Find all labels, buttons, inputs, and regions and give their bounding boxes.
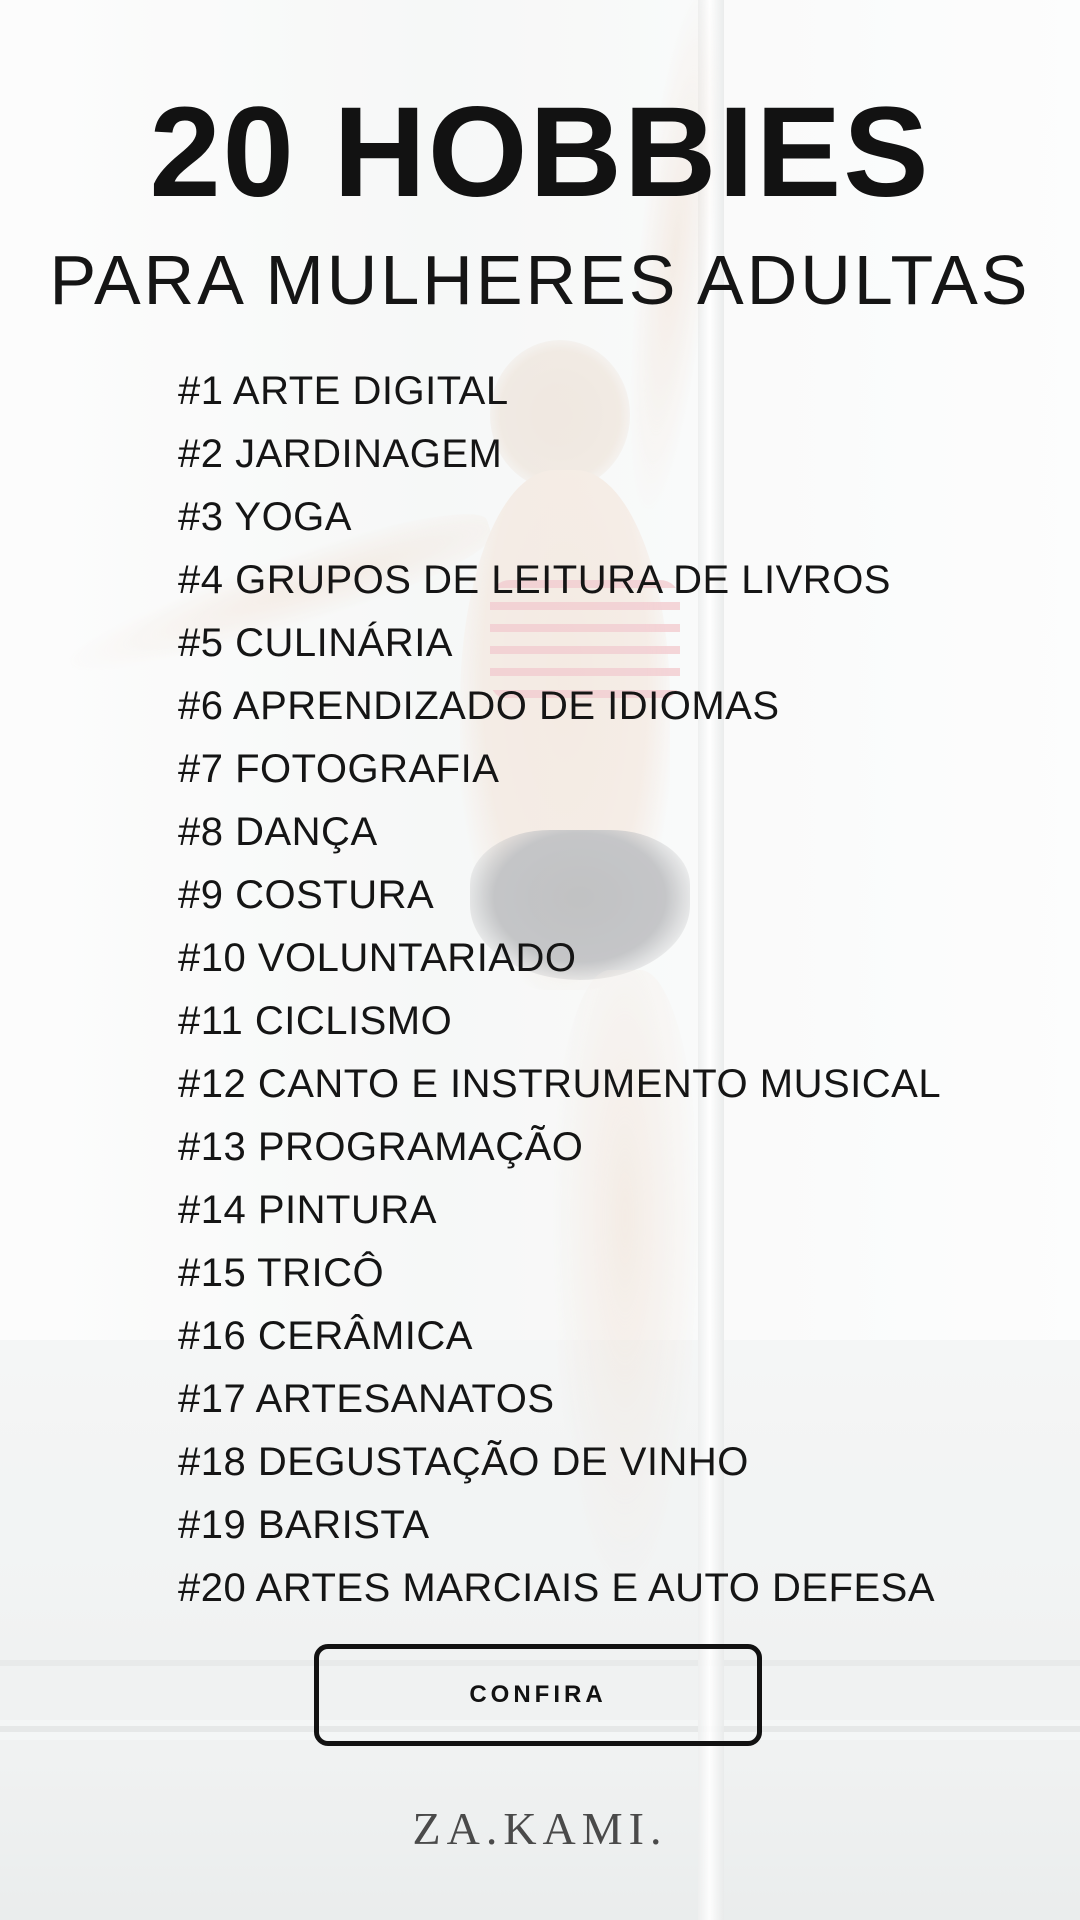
- list-item: #18 DEGUSTAÇÃO DE VINHO: [178, 1440, 749, 1484]
- brand-logo: ZA.KAMI.: [412, 1803, 668, 1854]
- list-item: #16 CERÂMICA: [178, 1314, 473, 1358]
- hobby-list: #1 ARTE DIGITAL #2 JARDINAGEM #3 YOGA #4…: [178, 360, 941, 1620]
- list-item: #15 TRICÔ: [178, 1251, 385, 1295]
- list-item: #12 CANTO E INSTRUMENTO MUSICAL: [178, 1062, 942, 1106]
- list-item: #17 ARTESANATOS: [178, 1377, 555, 1421]
- list-item: #7 FOTOGRAFIA: [178, 747, 500, 791]
- list-item: #13 PROGRAMAÇÃO: [178, 1125, 584, 1169]
- list-item: #2 JARDINAGEM: [178, 432, 503, 476]
- list-item: #5 CULINÁRIA: [178, 621, 453, 665]
- list-item: #6 APRENDIZADO DE IDIOMAS: [178, 684, 780, 728]
- confira-button[interactable]: CONFIRA: [314, 1644, 762, 1746]
- list-item: #9 COSTURA: [178, 873, 435, 917]
- page-title: 20 HOBBIES: [149, 81, 931, 224]
- pin-content: 20 HOBBIES PARA MULHERES ADULTAS #1 ARTE…: [0, 0, 1080, 1920]
- list-item: #8 DANÇA: [178, 810, 378, 854]
- list-item: #11 CICLISMO: [178, 999, 453, 1043]
- list-item: #1 ARTE DIGITAL: [178, 369, 509, 413]
- list-item: #10 VOLUNTARIADO: [178, 936, 577, 980]
- list-item: #19 BARISTA: [178, 1503, 430, 1547]
- page-subtitle: PARA MULHERES ADULTAS: [49, 241, 1031, 319]
- list-item: #4 GRUPOS DE LEITURA DE LIVROS: [178, 558, 891, 602]
- list-item: #20 ARTES MARCIAIS E AUTO DEFESA: [178, 1566, 935, 1610]
- list-item: #14 PINTURA: [178, 1188, 437, 1232]
- list-item: #3 YOGA: [178, 495, 352, 539]
